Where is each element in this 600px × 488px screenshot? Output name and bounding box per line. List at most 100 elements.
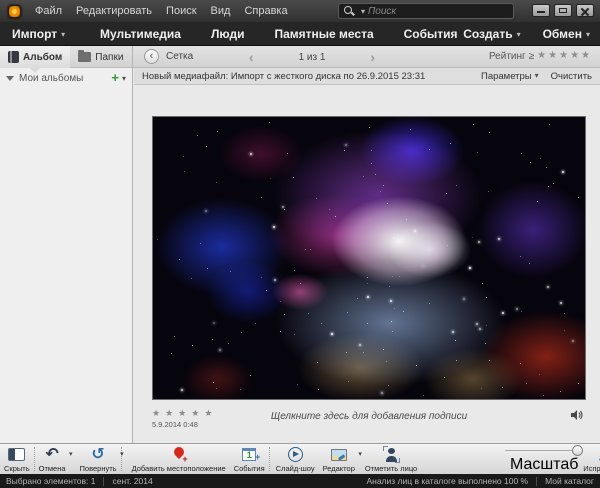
caption-placeholder[interactable]: Щелкните здесь для добавления подписи bbox=[152, 411, 586, 422]
add-album-button[interactable]: + bbox=[111, 71, 126, 85]
prev-item-icon[interactable]: ‹ bbox=[249, 47, 254, 67]
app-icon bbox=[8, 5, 21, 18]
title-bar: Файл Редактировать Поиск Вид Справка Пои… bbox=[0, 0, 600, 22]
undo-dropdown-icon[interactable]: ▾ bbox=[69, 450, 73, 458]
tab-media[interactable]: Мультимедиа bbox=[100, 27, 181, 41]
my-albums-label: Мои альбомы bbox=[19, 73, 83, 84]
status-date: сент. 2014 bbox=[112, 476, 152, 486]
mark-face-label: Отметить лицо bbox=[365, 464, 417, 473]
search-placeholder: Поиск bbox=[368, 6, 396, 17]
fix-button[interactable]: Исправление bbox=[583, 444, 600, 474]
photo-nebula[interactable] bbox=[152, 116, 586, 400]
rating-label: Рейтинг bbox=[489, 51, 526, 62]
status-divider bbox=[536, 477, 537, 486]
fix-label: Исправление bbox=[583, 464, 600, 473]
create-button[interactable]: Создать bbox=[463, 27, 520, 41]
collapse-icon[interactable] bbox=[6, 76, 14, 81]
star-icon[interactable]: ★ bbox=[559, 50, 568, 61]
minimize-button[interactable] bbox=[532, 4, 550, 17]
hide-panel-button[interactable]: Скрыть bbox=[4, 444, 30, 474]
photo-meta-row: ★★★★★ 5.9.2014 0:48 Щелкните здесь для д… bbox=[152, 407, 586, 437]
tab-folders[interactable]: Папки bbox=[70, 46, 131, 68]
menu-view[interactable]: Вид bbox=[211, 5, 231, 17]
album-icon bbox=[8, 51, 19, 63]
undo-button[interactable]: ↶▾ Отмена bbox=[39, 444, 66, 474]
search-icon bbox=[343, 5, 355, 17]
maximize-button[interactable] bbox=[554, 4, 572, 17]
tab-album-label: Альбом bbox=[23, 52, 62, 63]
zoom-slider-handle[interactable] bbox=[572, 445, 583, 456]
editor-label: Редактор bbox=[323, 464, 355, 473]
mode-tab-bar: Импорт Мультимедиа Люди Памятные места С… bbox=[0, 22, 600, 46]
search-dropdown-icon[interactable] bbox=[357, 2, 365, 20]
events-label: События bbox=[234, 464, 265, 473]
viewer-nav: ‹ Сетка ‹ 1 из 1 › Рейтинг ≥ ★★★★★ bbox=[134, 46, 600, 68]
rotate-button[interactable]: ↺▾ Повернуть bbox=[80, 444, 117, 474]
item-position: 1 из 1 bbox=[299, 52, 326, 63]
audio-icon[interactable] bbox=[571, 409, 584, 421]
calendar-icon: 1 bbox=[242, 448, 256, 461]
search-input[interactable]: Поиск bbox=[338, 3, 514, 19]
star-icon[interactable]: ★ bbox=[570, 50, 579, 61]
rotate-icon: ↺ bbox=[91, 447, 104, 463]
rotate-dropdown-icon[interactable]: ▾ bbox=[120, 450, 124, 458]
tab-album[interactable]: Альбом bbox=[0, 46, 70, 68]
mode-tabs: Мультимедиа Люди Памятные места События bbox=[100, 27, 458, 41]
rating-stars[interactable]: ★★★★★ bbox=[537, 50, 592, 62]
add-location-button[interactable]: Добавить местоположение bbox=[132, 444, 226, 474]
editor-dropdown-icon[interactable]: ▾ bbox=[358, 450, 362, 458]
folder-icon bbox=[78, 52, 91, 62]
menu-bar: Файл Редактировать Поиск Вид Справка bbox=[35, 5, 288, 17]
add-location-label: Добавить местоположение bbox=[132, 464, 226, 473]
events-button[interactable]: 1 События bbox=[234, 444, 265, 474]
menu-file[interactable]: Файл bbox=[35, 5, 62, 17]
mark-face-button[interactable]: Отметить лицо bbox=[365, 444, 417, 474]
toolbar-separator bbox=[34, 447, 35, 471]
slideshow-button[interactable]: Слайд-шоу bbox=[276, 444, 315, 474]
star-icon[interactable]: ★ bbox=[581, 50, 590, 61]
window-controls bbox=[532, 4, 594, 17]
location-pin-icon bbox=[173, 447, 185, 463]
single-image-view: ★★★★★ 5.9.2014 0:48 Щелкните здесь для д… bbox=[134, 85, 600, 443]
zoom-slider[interactable] bbox=[505, 450, 583, 451]
status-divider bbox=[103, 477, 104, 486]
import-button[interactable]: Импорт bbox=[12, 27, 65, 41]
options-button[interactable]: Параметры bbox=[481, 71, 539, 82]
share-button[interactable]: Обмен bbox=[543, 27, 590, 41]
menu-edit[interactable]: Редактировать bbox=[76, 5, 152, 17]
my-albums-header[interactable]: Мои альбомы + bbox=[0, 68, 132, 88]
starfield bbox=[153, 117, 585, 399]
undo-icon: ↶ bbox=[45, 447, 58, 463]
catalog-name[interactable]: Мой каталог bbox=[545, 476, 594, 486]
tab-people[interactable]: Люди bbox=[211, 27, 245, 41]
status-bar: Выбрано элементов: 1 сент. 2014 Анализ л… bbox=[0, 474, 600, 488]
tab-folders-label: Папки bbox=[95, 52, 123, 63]
find-bar-text: Новый медиафайл: Импорт с жесткого диска… bbox=[142, 71, 425, 82]
albums-sidebar: Мои альбомы + bbox=[0, 68, 133, 443]
face-analysis-status: Анализ лиц в каталоге выполнено 100 % bbox=[366, 476, 528, 486]
toolbar-separator bbox=[269, 447, 270, 471]
star-icon[interactable]: ★ bbox=[548, 50, 557, 61]
menu-find[interactable]: Поиск bbox=[166, 5, 196, 17]
zoom-label: Масштаб bbox=[510, 456, 578, 474]
play-icon bbox=[288, 447, 303, 462]
task-toolbar: Скрыть ↶▾ Отмена ↺▾ Повернуть Добавить м… bbox=[0, 443, 600, 474]
star-icon[interactable]: ★ bbox=[537, 50, 546, 61]
next-item-icon[interactable]: › bbox=[370, 47, 375, 67]
rotate-label: Повернуть bbox=[80, 464, 117, 473]
close-button[interactable] bbox=[576, 4, 594, 17]
editor-icon bbox=[331, 449, 347, 461]
clear-button[interactable]: Очистить bbox=[551, 71, 592, 82]
menu-help[interactable]: Справка bbox=[244, 5, 287, 17]
find-bar: Новый медиафайл: Импорт с жесткого диска… bbox=[134, 68, 600, 85]
sidebar-tabs: Альбом Папки bbox=[0, 46, 133, 68]
undo-label: Отмена bbox=[39, 464, 66, 473]
editor-button[interactable]: ▾ Редактор bbox=[323, 444, 355, 474]
face-icon bbox=[384, 447, 399, 462]
tab-events[interactable]: События bbox=[404, 27, 458, 41]
slideshow-label: Слайд-шоу bbox=[276, 464, 315, 473]
rating-filter[interactable]: Рейтинг ≥ ★★★★★ bbox=[489, 50, 592, 62]
tab-places[interactable]: Памятные места bbox=[274, 27, 373, 41]
rating-operator[interactable]: ≥ bbox=[529, 51, 535, 62]
selected-count: Выбрано элементов: 1 bbox=[6, 476, 95, 486]
